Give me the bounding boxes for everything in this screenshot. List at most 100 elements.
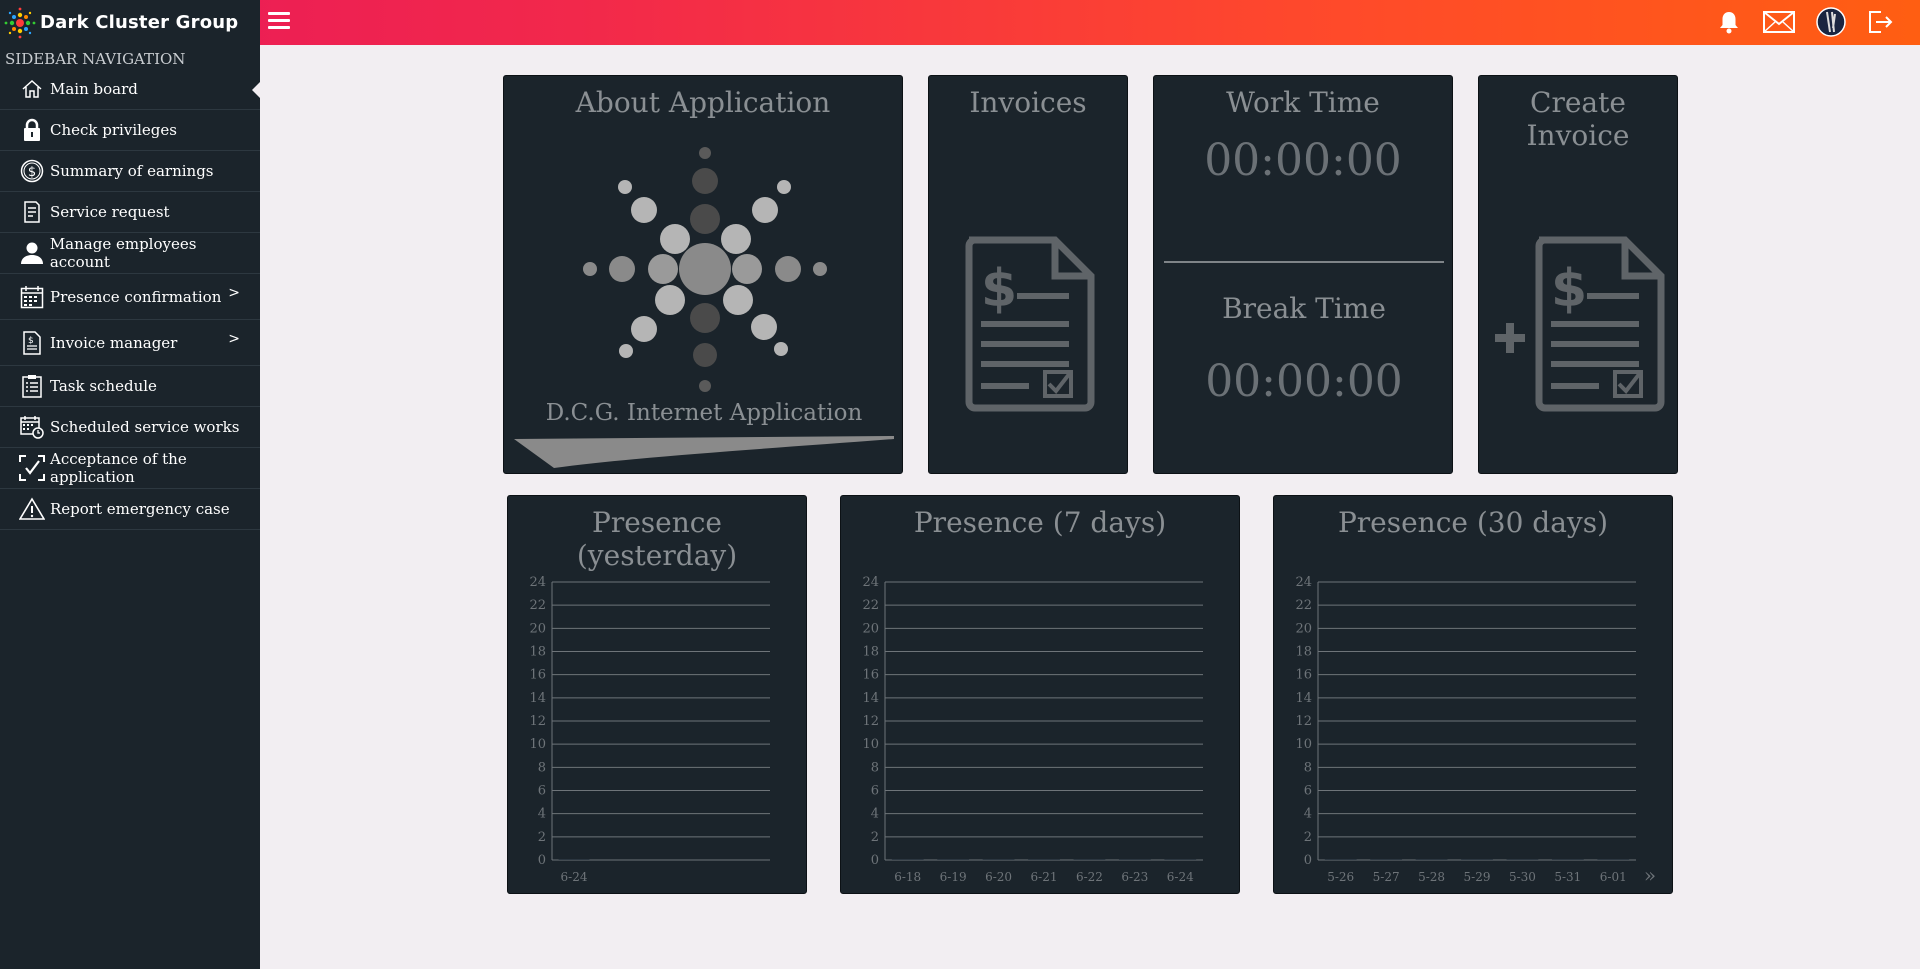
mail-icon[interactable] [1762, 8, 1796, 36]
y-tick-label: 14 [862, 691, 879, 706]
bar [937, 859, 970, 860]
sidebar-item-scheduled-service-works[interactable]: Scheduled service works [0, 407, 260, 448]
chevron-double-right-icon[interactable]: » [1644, 863, 1656, 887]
menu-toggle-button[interactable] [268, 12, 290, 32]
sidebar-item-label: Task schedule [50, 377, 157, 395]
work-time-title: Work Time [1226, 86, 1380, 119]
sidebar-heading: SIDEBAR NAVIGATION [5, 50, 186, 68]
x-tick-label: 6-01 [1600, 870, 1627, 884]
y-tick-label: 12 [862, 714, 879, 729]
about-application-card[interactable]: About Application D.C.G. Internet Applic… [503, 75, 903, 474]
y-tick-label: 22 [529, 598, 546, 613]
x-tick-label: 6-19 [940, 870, 967, 884]
user-icon [19, 240, 45, 266]
x-tick-label: 6-20 [985, 870, 1012, 884]
warning-icon [19, 496, 45, 522]
sidebar-item-label: Acceptance of the application [50, 450, 187, 486]
sidebar-item-presence-confirmation[interactable]: Presence confirmation > [0, 274, 260, 320]
brand-name: Dark Cluster Group [40, 12, 239, 33]
y-tick-label: 20 [1295, 621, 1312, 636]
bar [982, 859, 1015, 860]
presence-7-days-chart: 0246810121416182022246-18 6-19 6-20 6-21 6-2… [862, 575, 1203, 884]
create-invoice-title: Create Invoice [1526, 86, 1630, 152]
work-time-value: 00:00:00 [1204, 135, 1402, 186]
sidebar-item-check-privileges[interactable]: Check privileges [0, 110, 260, 151]
avatar[interactable] [1816, 7, 1846, 37]
check-frame-icon [19, 455, 45, 481]
invoices-title: Invoices [969, 86, 1087, 119]
y-tick-label: 18 [1295, 645, 1312, 660]
bell-icon[interactable] [1717, 8, 1741, 36]
sidebar-item-acceptance-of-application[interactable]: Acceptance of the application [0, 448, 260, 489]
y-tick-label: 16 [1295, 668, 1312, 683]
dcg-logo-icon [583, 147, 827, 392]
about-application-title: About Application [575, 86, 831, 119]
y-tick-label: 16 [862, 668, 879, 683]
bar [1370, 859, 1403, 860]
bar [1415, 859, 1448, 860]
y-tick-label: 20 [529, 621, 546, 636]
sidebar-item-manage-employees[interactable]: Manage employees account [0, 233, 260, 274]
y-tick-label: 8 [538, 760, 546, 775]
sidebar: SIDEBAR NAVIGATION Main board Check priv… [0, 45, 260, 969]
y-tick-label: 14 [529, 691, 546, 706]
y-tick-label: 0 [871, 853, 879, 868]
bar [1551, 859, 1584, 860]
y-tick-label: 6 [1304, 784, 1312, 799]
chart-title: Presence (30 days) [1337, 506, 1609, 539]
calendar-clock-icon [19, 414, 45, 440]
sidebar-item-summary-of-earnings[interactable]: $ Summary of earnings [0, 151, 260, 192]
chevron-right-icon: > [228, 285, 240, 301]
create-invoice-card[interactable]: Create Invoice $ [1478, 75, 1678, 474]
y-tick-label: 12 [529, 714, 546, 729]
svg-text:$: $ [28, 336, 34, 346]
sidebar-item-label: Check privileges [50, 121, 177, 139]
sidebar-item-label: Service request [50, 203, 170, 221]
y-tick-label: 20 [862, 621, 879, 636]
y-tick-label: 4 [871, 807, 879, 822]
brand[interactable]: Dark Cluster Group [0, 0, 260, 45]
sidebar-item-task-schedule[interactable]: Task schedule [0, 366, 260, 407]
bar [1597, 859, 1630, 860]
logout-icon[interactable] [1866, 8, 1894, 36]
y-tick-label: 4 [1304, 807, 1312, 822]
x-tick-label: 5-30 [1509, 870, 1536, 884]
invoices-card[interactable]: Invoices $ [928, 75, 1128, 474]
presence-30-days-chart: 0246810121416182022245-26 5-27 5-28 5-29 5-3… [1295, 575, 1656, 887]
bar [558, 859, 590, 860]
y-tick-label: 22 [862, 598, 879, 613]
x-tick-label: 6-21 [1031, 870, 1058, 884]
calendar-icon [19, 284, 45, 310]
y-tick-label: 10 [1295, 737, 1312, 752]
sidebar-item-label: Main board [50, 80, 138, 98]
sidebar-item-label: Scheduled service works [50, 418, 240, 436]
y-tick-label: 24 [529, 575, 546, 590]
x-tick-label: 5-26 [1327, 870, 1354, 884]
invoice-document-icon: $ [965, 236, 1095, 412]
sidebar-item-main-board[interactable]: Main board [0, 69, 260, 110]
x-tick-label: 6-23 [1121, 870, 1148, 884]
about-application-subtitle: D.C.G. Internet Application [545, 400, 863, 426]
x-tick-label: 6-24 [561, 870, 588, 884]
bar [1461, 859, 1493, 860]
y-tick-label: 2 [871, 830, 879, 845]
y-tick-label: 24 [862, 575, 879, 590]
lock-icon [19, 117, 45, 143]
x-tick-label: 6-24 [1167, 870, 1194, 884]
x-tick-label: 5-29 [1464, 870, 1491, 884]
dollar-icon: $ [19, 158, 45, 184]
bar [1164, 859, 1197, 860]
sidebar-item-report-emergency[interactable]: Report emergency case [0, 489, 260, 530]
sidebar-item-label: Presence confirmation [50, 287, 222, 306]
presence-yesterday-card: Presence (yesterday) 0 2 4 6 8 10 12 14 16 18 20 22… [507, 495, 807, 894]
svg-text:$: $ [28, 165, 36, 180]
break-time-title: Break Time [1222, 292, 1386, 325]
sidebar-item-invoice-manager[interactable]: $ Invoice manager > [0, 320, 260, 366]
sidebar-item-service-request[interactable]: Service request [0, 192, 260, 233]
sidebar-item-label: Summary of earnings [50, 162, 214, 180]
invoice-icon: $ [19, 330, 45, 356]
y-tick-label: 8 [871, 760, 879, 775]
home-icon [19, 76, 45, 102]
y-tick-label: 18 [862, 645, 879, 660]
y-tick-label: 10 [529, 737, 546, 752]
